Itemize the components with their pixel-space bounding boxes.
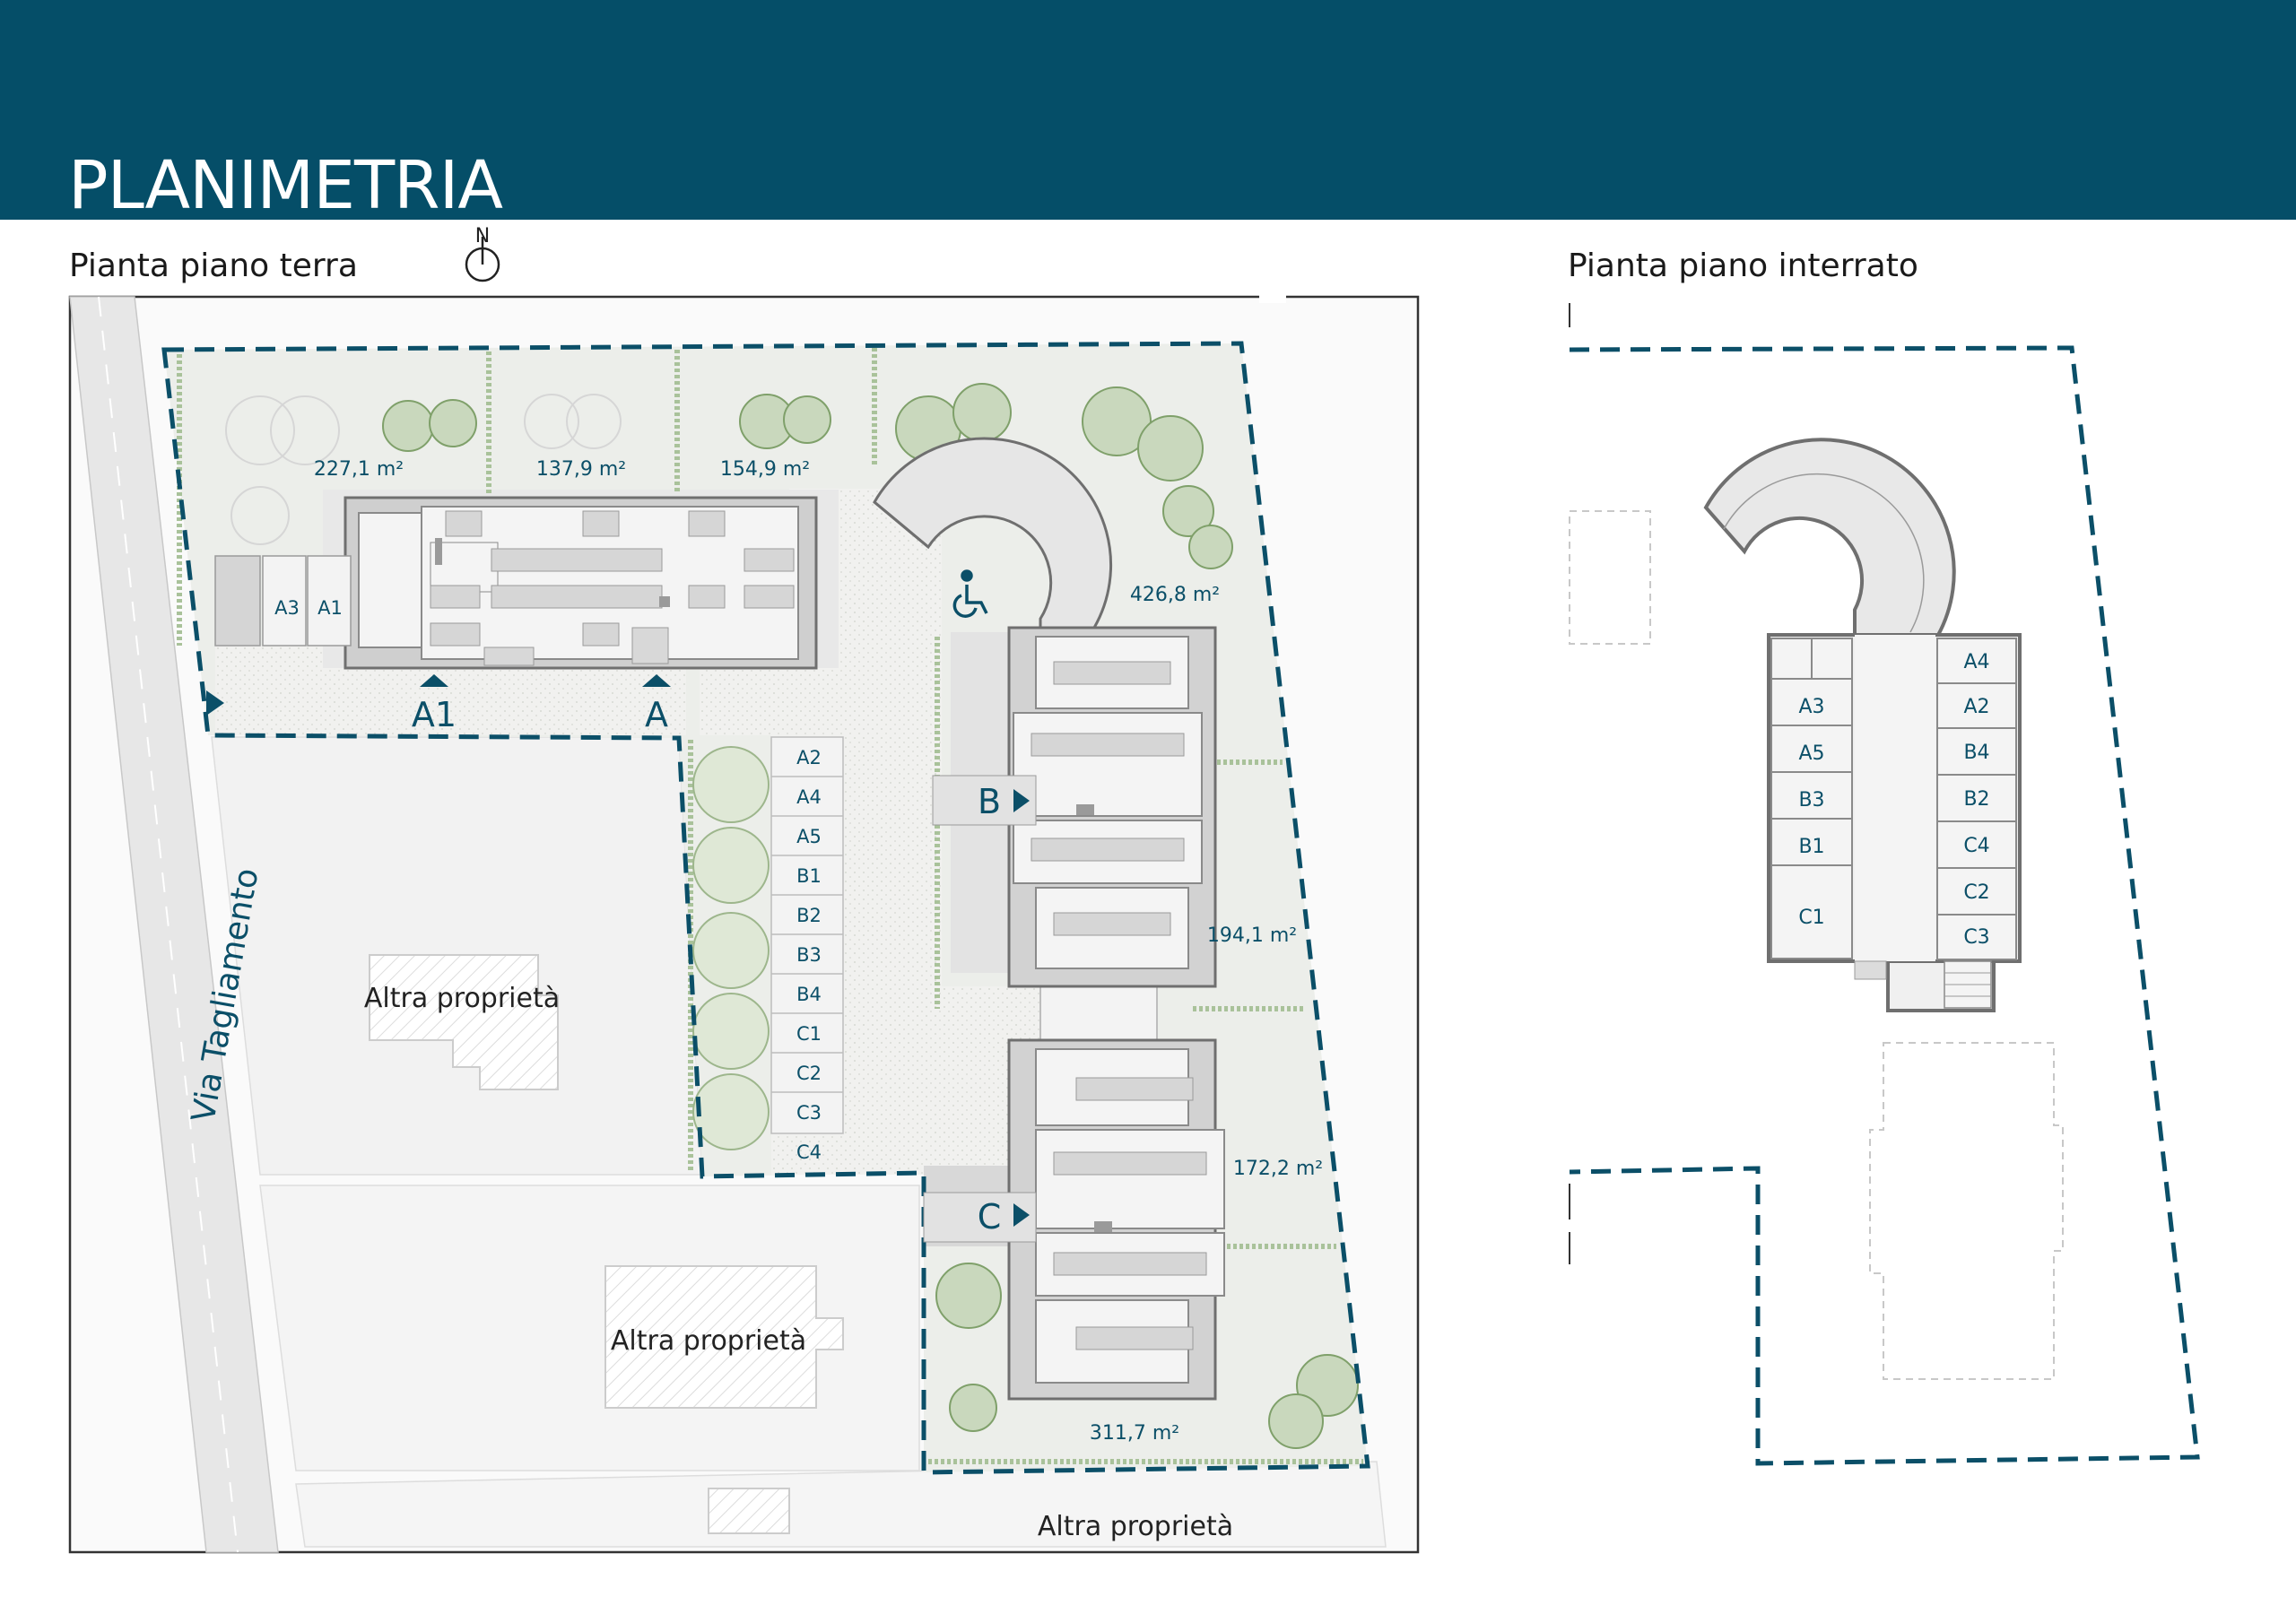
basement-unit-label: B2 xyxy=(1963,788,1989,811)
site-plan-drawing: N Via Tagliamento Altra proprietà Altra … xyxy=(68,225,2200,1554)
north-label: N xyxy=(475,225,490,247)
basement-unit-label: C3 xyxy=(1963,926,1989,949)
basement-unit-label: B1 xyxy=(1798,836,1824,858)
parking-label: C3 xyxy=(796,1102,822,1124)
basement-unit-label: B3 xyxy=(1798,789,1824,812)
parking-label: A5 xyxy=(796,826,822,847)
basement-unit-label: C4 xyxy=(1963,835,1989,857)
parking-label: A4 xyxy=(796,786,822,808)
basement-unit-label: C1 xyxy=(1798,907,1824,929)
garden-area-label: 172,2 m² xyxy=(1233,1158,1323,1180)
building-a xyxy=(344,496,818,670)
storage-label: A1 xyxy=(317,597,343,619)
ground-floor-plan: N Via Tagliamento Altra proprietà Altra … xyxy=(68,225,1420,1554)
entrance-label-a1: A1 xyxy=(412,695,457,734)
entrance-label-a: A xyxy=(645,695,668,734)
basement-unit-label: B4 xyxy=(1963,742,1989,764)
parking-label: B2 xyxy=(796,905,822,926)
other-property-label-3: Altra proprietà xyxy=(1038,1511,1233,1542)
parking-label: C4 xyxy=(796,1141,822,1163)
basement-unit-label: C2 xyxy=(1963,881,1989,904)
basement-unit-label: A4 xyxy=(1963,651,1989,673)
storage-label: A3 xyxy=(274,597,300,619)
other-property-label-1: Altra proprietà xyxy=(364,983,560,1014)
garden-area-label: 426,8 m² xyxy=(1130,584,1220,606)
parking-label: B1 xyxy=(796,865,822,887)
entrance-label-b: B xyxy=(978,782,1001,821)
parking-label: B4 xyxy=(796,984,822,1005)
basement-unit-label: A2 xyxy=(1963,696,1989,718)
garden-area-label: 137,9 m² xyxy=(536,458,626,481)
basement-unit-label: A3 xyxy=(1798,696,1824,718)
parking-label: A2 xyxy=(796,747,822,768)
garden-area-label: 311,7 m² xyxy=(1090,1422,1179,1445)
basement-plan: A3 A5 B3 B1 C1 A4 A2 B4 B2 C4 C2 C3 xyxy=(1569,303,2200,1466)
parking-label: B3 xyxy=(796,944,822,966)
entrance-label-c: C xyxy=(978,1197,1002,1237)
other-property-label-2: Altra proprietà xyxy=(611,1325,806,1357)
garden-area-label: 227,1 m² xyxy=(314,458,404,481)
basement-unit-label: A5 xyxy=(1798,742,1824,765)
garden-area-label: 194,1 m² xyxy=(1207,924,1297,947)
parking-label: C1 xyxy=(796,1023,822,1045)
garden-area-label: 154,9 m² xyxy=(720,458,810,481)
parking-label: C2 xyxy=(796,1063,822,1084)
